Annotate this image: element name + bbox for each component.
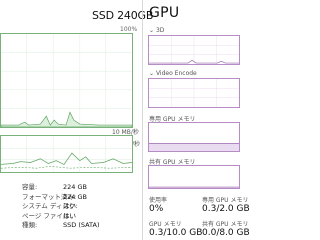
chevron-down-icon: ⌄ xyxy=(149,70,155,77)
stat-row-system-disk: システム ディスク: はい xyxy=(22,202,100,212)
stat-label: フォーマット済み: xyxy=(22,192,77,201)
disk-stats: 容量: 224 GB フォーマット済み: 224 GB システム ディスク: は… xyxy=(22,183,100,231)
stat-value: はい xyxy=(63,211,76,220)
dedicated-memory-graph xyxy=(148,122,240,152)
transfer-rate-graph xyxy=(0,135,133,173)
stat-value: 224 GB xyxy=(63,183,87,191)
stat-label: 種類: xyxy=(22,221,38,230)
panel-divider xyxy=(142,0,143,240)
engine-video-encode-label[interactable]: ⌄ Video Encode xyxy=(149,70,197,77)
active-time-graph xyxy=(0,33,133,128)
stat-row-type: 種類: SSD (SATA) xyxy=(22,221,100,231)
stat-row-capacity: 容量: 224 GB xyxy=(22,183,100,193)
utilization-value: 0% xyxy=(149,204,164,214)
gpu-title: GPU xyxy=(149,5,180,21)
stat-value: SSD (SATA) xyxy=(63,221,100,230)
dedicated-memory-value: 0.3/2.0 GB xyxy=(202,204,250,214)
shared-memory-value: 0.0/8.0 GB xyxy=(202,228,250,238)
stat-value: はい xyxy=(63,202,76,211)
stat-value: 224 GB xyxy=(63,192,87,201)
video-encode-graph xyxy=(148,78,240,108)
chevron-down-icon: ⌄ xyxy=(149,27,155,34)
shared-memory-small-label: 共有 GPU メモリ xyxy=(202,221,249,228)
disk-title: SSD 240GB xyxy=(92,9,154,22)
stat-label: ページ ファイル: xyxy=(22,211,72,220)
stat-label: 容量: xyxy=(22,183,38,191)
engine-video-encode-name: Video Encode xyxy=(155,70,197,77)
gpu-memory-label: GPU メモリ xyxy=(149,221,182,228)
shared-memory-graph xyxy=(148,165,240,189)
engine-3d-graph xyxy=(148,35,240,65)
dedicated-memory-small-label: 専用 GPU メモリ xyxy=(202,197,249,204)
stat-row-formatted: フォーマット済み: 224 GB xyxy=(22,193,100,203)
stat-row-page-file: ページ ファイル: はい xyxy=(22,212,100,222)
utilization-label: 使用率 xyxy=(149,197,168,204)
active-time-max-label: 100% xyxy=(120,26,138,33)
engine-3d-name: 3D xyxy=(155,27,165,34)
engine-3d-label[interactable]: ⌄ 3D xyxy=(149,27,164,34)
gpu-memory-value: 0.3/10.0 GB xyxy=(149,228,203,238)
stat-label: システム ディスク: xyxy=(22,202,78,211)
